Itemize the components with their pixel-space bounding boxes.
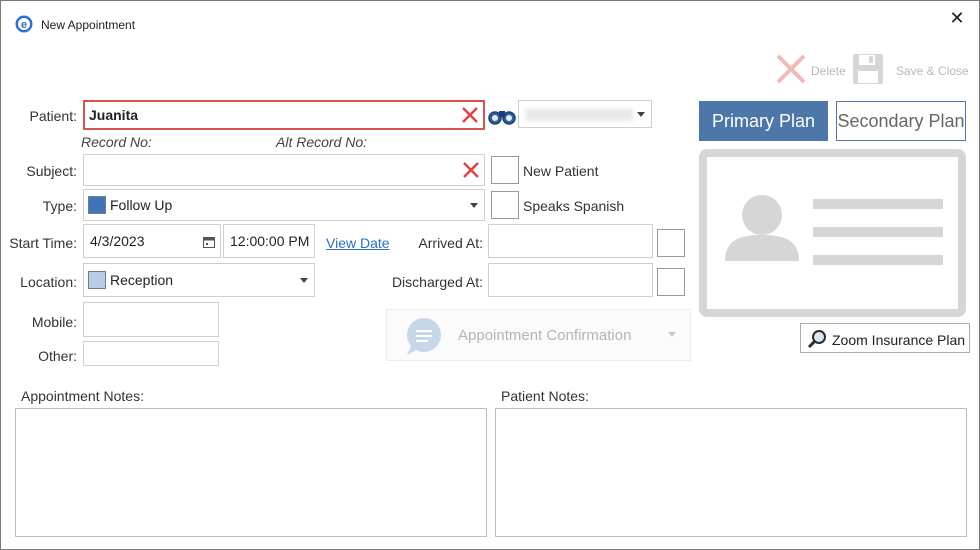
type-label: Type:	[42, 198, 77, 214]
subject-input[interactable]	[83, 154, 485, 186]
save-close-button-label[interactable]: Save & Close	[896, 64, 969, 78]
close-icon[interactable]: ✕	[947, 9, 967, 29]
chevron-down-icon	[470, 203, 478, 208]
arrived-at-checkbox[interactable]	[657, 229, 685, 257]
new-appointment-window: e New Appointment ✕ Delete Save & Close …	[0, 0, 980, 550]
discharged-at-input[interactable]	[488, 263, 653, 297]
clear-patient-icon[interactable]	[461, 106, 479, 124]
primary-plan-button[interactable]: Primary Plan	[699, 101, 828, 141]
mobile-label: Mobile:	[31, 314, 77, 330]
new-patient-label: New Patient	[523, 163, 599, 179]
appointment-confirmation-label: Appointment Confirmation	[458, 327, 632, 344]
start-date-input[interactable]: 4/3/2023	[83, 224, 221, 258]
subject-label: Subject:	[26, 163, 77, 179]
calendar-icon[interactable]	[203, 235, 215, 248]
location-label: Location:	[20, 274, 77, 290]
start-date-value: 4/3/2023	[90, 233, 145, 249]
zoom-insurance-plan-button[interactable]: Zoom Insurance Plan	[800, 323, 970, 353]
save-icon[interactable]	[852, 53, 884, 85]
other-label: Other:	[38, 348, 77, 364]
speaks-spanish-checkbox[interactable]	[491, 191, 519, 219]
app-icon: e	[15, 15, 33, 33]
arrived-at-input[interactable]	[488, 224, 653, 258]
new-patient-checkbox[interactable]	[491, 156, 519, 184]
patient-lookup-dropdown[interactable]	[518, 100, 652, 128]
alt-record-no-label: Alt Record No:	[276, 134, 368, 150]
appointment-confirmation-dropdown[interactable]: Appointment Confirmation	[386, 309, 691, 361]
svg-text:e: e	[21, 19, 27, 31]
insurance-card-placeholder	[699, 149, 966, 317]
chevron-down-icon	[300, 278, 308, 283]
patient-label: Patient:	[29, 108, 77, 124]
view-date-link[interactable]: View Date	[326, 235, 390, 251]
type-value: Follow Up	[110, 197, 173, 213]
appointment-notes-label: Appointment Notes:	[21, 388, 144, 404]
chevron-down-icon	[637, 112, 645, 117]
patient-notes-textarea[interactable]	[495, 408, 967, 537]
delete-button-label[interactable]: Delete	[811, 64, 846, 78]
other-input[interactable]	[83, 341, 219, 366]
location-value: Reception	[110, 272, 174, 288]
zoom-insurance-plan-label: Zoom Insurance Plan	[832, 332, 966, 348]
type-dropdown[interactable]: Follow Up	[83, 189, 485, 221]
appointment-notes-textarea[interactable]	[15, 408, 487, 537]
chevron-down-icon	[668, 332, 676, 337]
blurred-value	[525, 109, 633, 121]
speaks-spanish-label: Speaks Spanish	[523, 198, 625, 214]
delete-icon[interactable]	[775, 53, 807, 85]
clear-subject-icon[interactable]	[462, 161, 480, 179]
discharged-at-label: Discharged At:	[391, 274, 483, 290]
arrived-at-label: Arrived At:	[418, 235, 483, 251]
location-color-swatch	[88, 271, 106, 289]
window-title: New Appointment	[41, 18, 136, 32]
discharged-at-checkbox[interactable]	[657, 268, 685, 296]
binoculars-icon[interactable]	[488, 105, 516, 125]
location-dropdown[interactable]: Reception	[83, 263, 315, 297]
chat-bubble-icon	[403, 316, 443, 356]
start-time-label: Start Time:	[9, 235, 77, 251]
start-time-input[interactable]: 12:00:00 PM	[223, 224, 315, 258]
mobile-input[interactable]	[83, 302, 219, 337]
record-no-label: Record No:	[81, 134, 152, 150]
start-time-value: 12:00:00 PM	[230, 233, 310, 249]
secondary-plan-button[interactable]: Secondary Plan	[836, 101, 966, 141]
patient-notes-label: Patient Notes:	[501, 388, 589, 404]
type-color-swatch	[88, 196, 106, 214]
patient-value: Juanita	[89, 107, 139, 123]
patient-input[interactable]: Juanita	[83, 100, 485, 130]
id-card-icon	[725, 195, 943, 265]
magnifier-icon	[807, 329, 827, 349]
